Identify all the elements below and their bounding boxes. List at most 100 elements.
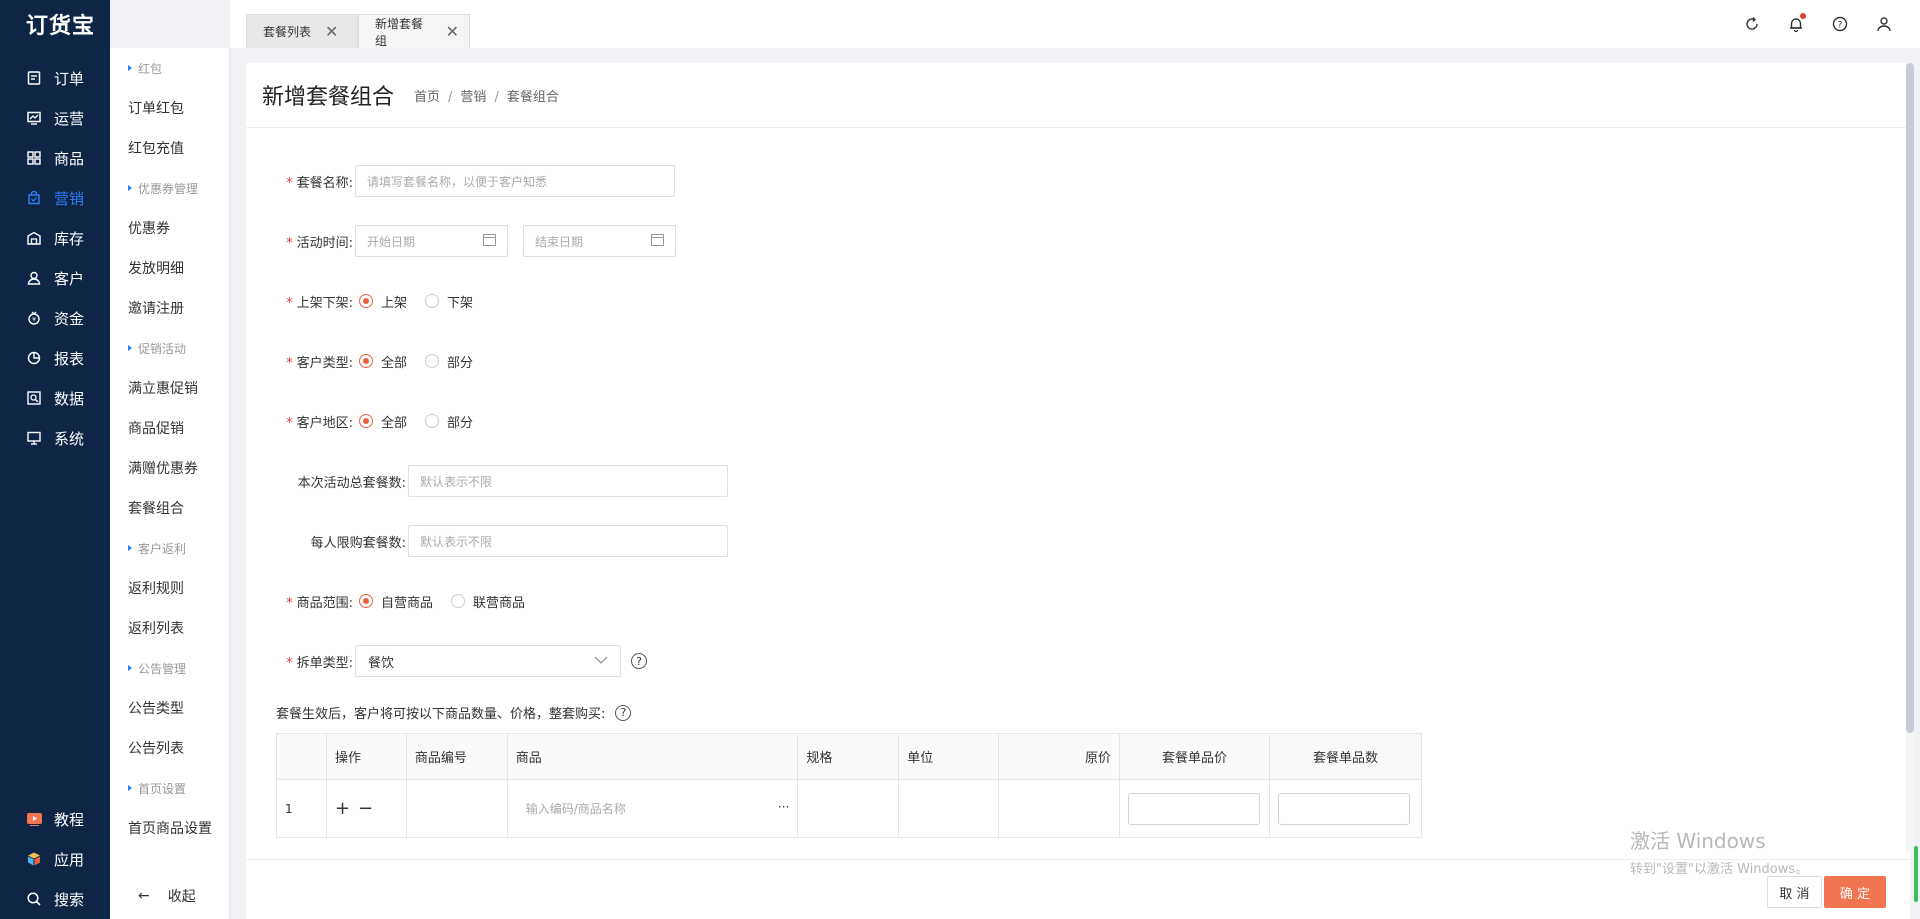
col-unit: 单位 — [898, 733, 1000, 780]
tab-new-package[interactable]: 新增套餐组 ✕ — [358, 14, 470, 48]
row-index: 1 — [276, 779, 327, 838]
nav-item-customer[interactable]: 客户 — [0, 258, 110, 298]
sub-group-title: 客户返利 — [110, 528, 229, 568]
sub-item-invite-register[interactable]: 邀请注册 — [110, 288, 229, 328]
more-icon[interactable]: ··· — [778, 800, 789, 817]
nav-label: 数据 — [54, 389, 85, 408]
nav-item-money[interactable]: ¥ 资金 — [0, 298, 110, 338]
nav-item-data[interactable]: 数据 — [0, 378, 110, 418]
col-package-qty: 套餐单品数 — [1268, 733, 1423, 780]
end-date-input[interactable]: 结束日期 — [523, 225, 676, 257]
start-date-input[interactable]: 开始日期 — [355, 225, 508, 257]
field-label: * 拆单类型: — [286, 655, 353, 671]
sub-group-title: 优惠券管理 — [110, 168, 229, 208]
nav-item-apps[interactable]: 应用 — [0, 839, 110, 879]
collapse-label: 收起 — [167, 889, 196, 905]
radio-off-shelf[interactable]: 下架 — [425, 292, 473, 311]
warehouse-icon — [26, 230, 42, 246]
close-icon[interactable]: ✕ — [446, 22, 459, 41]
sub-item-order-redpacket[interactable]: 订单红包 — [110, 88, 229, 128]
radio-self-goods[interactable]: 自营商品 — [359, 592, 433, 611]
sub-item-notice-type[interactable]: 公告类型 — [110, 688, 229, 728]
notification-dot — [1800, 13, 1806, 19]
sub-item-package-combo[interactable]: 套餐组合 — [110, 488, 229, 528]
nav-item-warehouse[interactable]: 库存 — [0, 218, 110, 258]
breadcrumb-home[interactable]: 首页 — [414, 90, 440, 105]
nav-item-system[interactable]: 系统 — [0, 418, 110, 458]
radio-region-all[interactable]: 全部 — [359, 412, 407, 431]
calendar-icon — [651, 233, 664, 249]
tab-package-list[interactable]: 套餐列表 ✕ — [246, 14, 358, 48]
plus-icon[interactable]: + — [335, 798, 350, 819]
sub-item-rebate-list[interactable]: 返利列表 — [110, 608, 229, 648]
col-package-price: 套餐单品价 — [1118, 733, 1270, 780]
sub-item-home-goods[interactable]: 首页商品设置 — [110, 808, 229, 848]
package-price-input[interactable] — [1127, 792, 1260, 825]
nav-item-tutorial[interactable]: 教程 — [0, 799, 110, 839]
report-icon — [26, 350, 42, 366]
nav-item-operation[interactable]: 运营 — [0, 98, 110, 138]
sub-menu: 红包 订单红包 红包充值 优惠券管理 优惠券 发放明细 邀请注册 促销活动 满立… — [110, 48, 230, 919]
field-label: * 活动时间: — [286, 235, 353, 251]
sub-item-gift-coupon[interactable]: 满赠优惠券 — [110, 448, 229, 488]
package-name-input[interactable]: 请填写套餐名称，以便于客户知悉 — [355, 165, 675, 197]
nav-label: 教程 — [54, 810, 85, 829]
sub-item-rebate-rules[interactable]: 返利规则 — [110, 568, 229, 608]
sub-item-full-discount[interactable]: 满立惠促销 — [110, 368, 229, 408]
radio-customer-partial[interactable]: 部分 — [425, 352, 473, 371]
help-icon[interactable]: ? — [631, 653, 647, 669]
sub-item-coupon[interactable]: 优惠券 — [110, 208, 229, 248]
row-goods[interactable]: 输入编码/商品名称 ··· — [506, 779, 799, 838]
field-label: 本次活动总套餐数: — [297, 475, 406, 491]
goods-search-input[interactable]: 输入编码/商品名称 — [526, 800, 626, 817]
split-type-value: 餐饮 — [368, 655, 395, 671]
nav-item-search[interactable]: 搜索 — [0, 879, 110, 919]
help-icon[interactable]: ? — [615, 704, 632, 721]
sub-item-redpacket-recharge[interactable]: 红包充值 — [110, 128, 229, 168]
sub-item-goods-promotion[interactable]: 商品促销 — [110, 408, 229, 448]
page-title: 新增套餐组合 — [262, 85, 395, 110]
split-type-select[interactable]: 餐饮 — [355, 645, 621, 677]
money-icon: ¥ — [26, 310, 42, 326]
per-person-limit-input[interactable]: 默认表示不限 — [408, 525, 728, 557]
close-icon[interactable]: ✕ — [325, 22, 338, 41]
col-original-price: 原价 — [998, 733, 1120, 780]
sub-group-title: 红包 — [110, 48, 229, 88]
minus-icon[interactable]: − — [358, 798, 373, 819]
nav-label: 商品 — [54, 149, 85, 168]
sub-group-title: 公告管理 — [110, 648, 229, 688]
nav-item-marketing[interactable]: 营销 — [0, 178, 110, 218]
nav-item-goods[interactable]: 商品 — [0, 138, 110, 178]
customer-icon — [26, 270, 42, 286]
calendar-icon — [483, 233, 496, 249]
system-icon — [26, 430, 42, 446]
total-package-limit-input[interactable]: 默认表示不限 — [408, 465, 728, 497]
cancel-button[interactable]: 取 消 — [1767, 876, 1822, 908]
nav-label: 订单 — [54, 69, 85, 88]
collapse-button[interactable]: ← 收起 — [110, 873, 230, 919]
radio-on-shelf[interactable]: 上架 — [359, 292, 407, 311]
bell-icon[interactable] — [1774, 13, 1818, 32]
field-label: * 商品范围: — [286, 595, 353, 611]
nav-item-order[interactable]: 订单 — [0, 58, 110, 98]
windows-activation-watermark: 激活 Windows 转到"设置"以激活 Windows。 — [1630, 829, 1809, 877]
refresh-icon[interactable] — [1730, 16, 1774, 32]
table-header-row: 操作 商品编号 商品 规格 单位 原价 套餐单品价 套餐单品数 — [276, 733, 1423, 780]
apps-icon — [26, 851, 42, 867]
package-note: 套餐生效后，客户将可按以下商品数量、价格，整套购买: ? — [276, 703, 632, 722]
side-indicator — [1914, 846, 1918, 902]
sub-item-notice-list[interactable]: 公告列表 — [110, 728, 229, 768]
nav-label: 搜索 — [54, 890, 85, 909]
help-icon[interactable]: ? — [1818, 16, 1862, 32]
scrollbar-thumb[interactable] — [1906, 63, 1914, 733]
sub-item-issue-detail[interactable]: 发放明细 — [110, 248, 229, 288]
nav-item-report[interactable]: 报表 — [0, 338, 110, 378]
package-qty-input[interactable] — [1277, 792, 1410, 825]
radio-region-partial[interactable]: 部分 — [425, 412, 473, 431]
radio-joint-goods[interactable]: 联营商品 — [451, 592, 525, 611]
confirm-button[interactable]: 确 定 — [1824, 876, 1886, 908]
user-icon[interactable] — [1862, 16, 1906, 32]
row-unit — [898, 779, 1000, 838]
radio-customer-all[interactable]: 全部 — [359, 352, 407, 371]
breadcrumb-marketing[interactable]: 营销 — [460, 90, 486, 105]
